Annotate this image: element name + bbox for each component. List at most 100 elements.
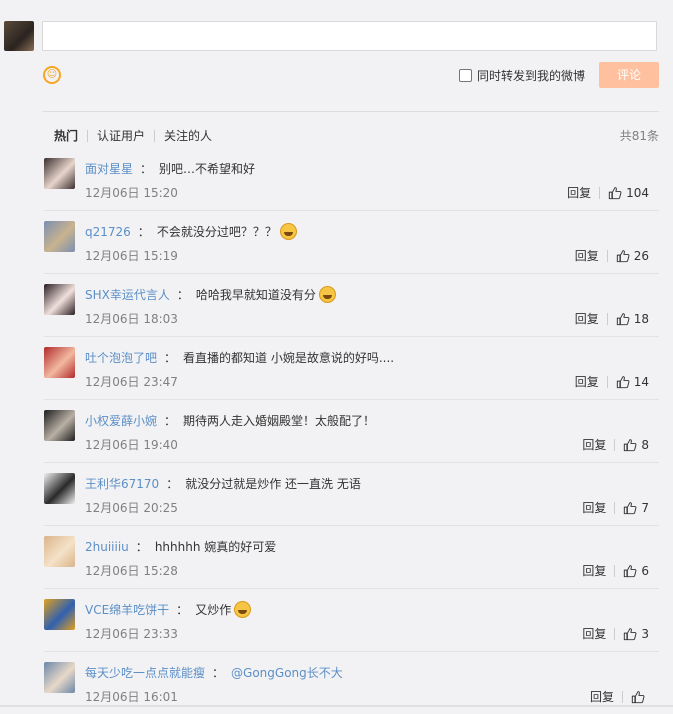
user-avatar[interactable] <box>44 662 75 693</box>
comment-actions: 回复 6 <box>582 562 649 579</box>
thumbs-up-icon[interactable] <box>631 690 645 704</box>
comment-username[interactable]: 2huiiiiu <box>85 540 129 554</box>
like-count: 8 <box>641 437 649 452</box>
tab-hot[interactable]: 热门 <box>54 127 78 144</box>
comment-item: 面对星星 ： 别吧…不希望和好 12月06日 15:20 回复 104 <box>44 148 659 211</box>
laugh-cry-emoji-icon <box>318 286 336 303</box>
tab-divider <box>87 129 89 142</box>
divider <box>43 111 659 112</box>
repost-option[interactable]: 同时转发到我的微博 <box>459 67 585 84</box>
comment-mention[interactable]: @GongGong长不大 <box>231 664 343 681</box>
comment-line: 吐个泡泡了吧 ： 看直播的都知道 小婉是故意说的好吗.... <box>85 349 394 366</box>
comment-time: 12月06日 16:01 <box>85 690 178 704</box>
thumbs-up-icon[interactable] <box>623 501 637 515</box>
reply-button[interactable]: 回复 <box>582 499 606 516</box>
comment-item: 2huiiiiu ： hhhhhh 婉真的好可爱 12月06日 15:28 回复 6 <box>44 526 659 589</box>
action-divider <box>622 690 623 703</box>
comment-item: 小权爱薛小婉 ： 期待两人走入婚姻殿堂！太般配了！ 12月06日 19:40 回复 8 <box>44 400 659 463</box>
comment-username[interactable]: 每天少吃一点点就能瘦 <box>85 664 205 681</box>
comment-text: 又炒作 <box>195 603 232 617</box>
like-count: 7 <box>641 500 649 515</box>
comment-text: 别吧…不希望和好 <box>159 162 256 176</box>
comment-text: 不会就没分过吧？？？ <box>156 225 277 239</box>
comment-username[interactable]: 小权爱薛小婉 <box>85 412 157 429</box>
like-count: 6 <box>641 563 649 578</box>
user-avatar[interactable] <box>44 284 75 315</box>
thumbs-up-icon[interactable] <box>616 375 630 389</box>
comment-text: 就没分过就是炒作 还一直洗 无语 <box>185 477 361 491</box>
reply-button[interactable]: 回复 <box>575 247 599 264</box>
comment-actions: 回复 <box>590 688 649 705</box>
colon: ： <box>176 603 189 617</box>
thumbs-up-icon[interactable] <box>616 249 630 263</box>
user-avatar[interactable] <box>44 473 75 504</box>
comment-username[interactable]: 王利华67170 <box>85 475 159 492</box>
action-divider <box>606 249 608 262</box>
colon: ： <box>212 666 225 680</box>
comment-actions: 回复 18 <box>575 310 649 327</box>
comment-time: 12月06日 15:28 <box>85 564 178 578</box>
tab-following[interactable]: 关注的人 <box>164 127 212 144</box>
comment-input[interactable] <box>42 21 657 51</box>
thumbs-up-icon[interactable] <box>623 438 637 452</box>
user-avatar[interactable] <box>44 536 75 567</box>
comment-total: 共81条 <box>619 129 659 143</box>
comment-username[interactable]: SHX幸运代言人 <box>85 286 170 303</box>
comment-username[interactable]: VCE绵羊吃饼干 <box>85 601 169 618</box>
reply-button[interactable]: 回复 <box>575 310 599 327</box>
user-avatar[interactable] <box>44 158 75 189</box>
comment-actions: 回复 8 <box>582 436 649 453</box>
action-divider <box>606 375 608 388</box>
like-count: 104 <box>626 185 649 200</box>
comment-actions: 回复 14 <box>575 373 649 390</box>
comment-item: SHX幸运代言人 ： 哈哈我早就知道没有分 12月06日 18:03 回复 18 <box>44 274 659 337</box>
user-avatar[interactable] <box>44 599 75 630</box>
user-avatar[interactable] <box>44 410 75 441</box>
composer-avatar[interactable] <box>4 21 34 51</box>
action-divider <box>606 312 608 325</box>
comment-item: 吐个泡泡了吧 ： 看直播的都知道 小婉是故意说的好吗.... 12月06日 23:47… <box>44 337 659 400</box>
reply-button[interactable]: 回复 <box>575 373 599 390</box>
comment-username[interactable]: q21726 <box>85 225 131 239</box>
thumbs-up-icon[interactable] <box>616 312 630 326</box>
comment-actions: 回复 104 <box>567 184 649 201</box>
thumbs-up-icon[interactable] <box>623 627 637 641</box>
comment-text: 看直播的都知道 小婉是故意说的好吗.... <box>183 351 395 365</box>
comment-time: 12月06日 15:20 <box>85 186 178 200</box>
colon: ： <box>164 414 177 428</box>
comment-text: 期待两人走入婚姻殿堂！太般配了！ <box>183 414 376 428</box>
comment-item: q21726 ： 不会就没分过吧？？？ 12月06日 15:19 回复 26 <box>44 211 659 274</box>
reply-button[interactable]: 回复 <box>582 436 606 453</box>
repost-checkbox[interactable] <box>459 69 472 82</box>
colon: ： <box>166 477 179 491</box>
reply-button[interactable]: 回复 <box>590 688 614 705</box>
reply-button[interactable]: 回复 <box>582 625 606 642</box>
comment-line: q21726 ： 不会就没分过吧？？？ <box>85 223 297 240</box>
comment-item: 王利华67170 ： 就没分过就是炒作 还一直洗 无语 12月06日 20:25 回复 7 <box>44 463 659 526</box>
user-avatar[interactable] <box>44 347 75 378</box>
thumbs-up-icon[interactable] <box>623 564 637 578</box>
colon: ： <box>135 540 148 554</box>
like-count: 14 <box>633 374 649 389</box>
like-count: 3 <box>641 626 649 641</box>
laugh-cry-emoji-icon <box>279 223 297 240</box>
reply-button[interactable]: 回复 <box>567 184 591 201</box>
tab-verified-users[interactable]: 认证用户 <box>97 127 145 144</box>
comment-line: 小权爱薛小婉 ： 期待两人走入婚姻殿堂！太般配了！ <box>85 412 375 429</box>
user-avatar[interactable] <box>44 221 75 252</box>
comment-text: hhhhhh 婉真的好可爱 <box>154 540 277 554</box>
comment-time: 12月06日 23:33 <box>85 627 178 641</box>
comment-line: SHX幸运代言人 ： 哈哈我早就知道没有分 <box>85 286 336 303</box>
thumbs-up-icon[interactable] <box>608 186 622 200</box>
comment-text: 哈哈我早就知道没有分 <box>195 288 316 302</box>
reply-button[interactable]: 回复 <box>582 562 606 579</box>
smiley-icon[interactable]: ☺ <box>43 66 61 84</box>
colon: ： <box>176 288 189 302</box>
filter-tabs: 热门 认证用户 关注的人 <box>54 127 212 144</box>
comment-username[interactable]: 面对星星 <box>85 160 133 177</box>
comment-username[interactable]: 吐个泡泡了吧 <box>85 349 157 366</box>
comment-line: 面对星星 ： 别吧…不希望和好 <box>85 160 255 177</box>
submit-comment-button[interactable]: 评论 <box>599 62 659 88</box>
colon: ： <box>140 162 153 176</box>
comment-line: 2huiiiiu ： hhhhhh 婉真的好可爱 <box>85 538 276 555</box>
